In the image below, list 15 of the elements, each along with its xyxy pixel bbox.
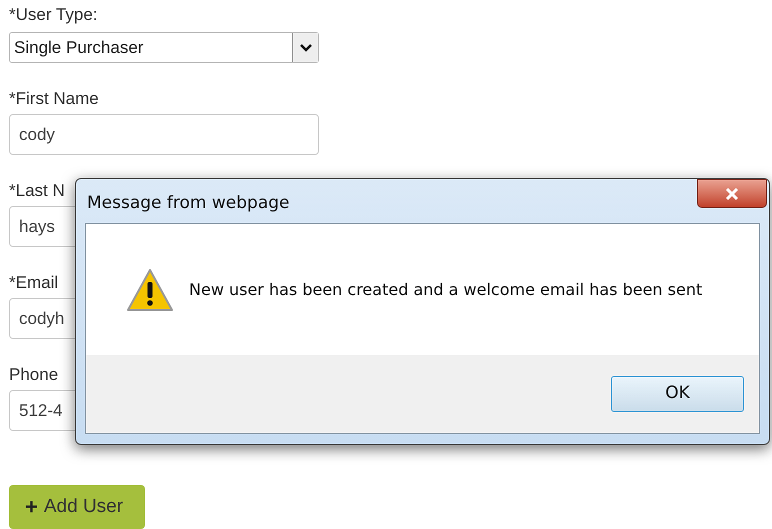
field-label: *Email (9, 272, 58, 294)
field-label: *User Type: (9, 4, 98, 26)
add-user-button[interactable]: + Add User (9, 485, 145, 529)
dialog-message: New user has been created and a welcome email has been sent (189, 278, 702, 300)
close-button[interactable] (697, 179, 767, 208)
close-icon (725, 188, 739, 200)
input-field[interactable]: cody (9, 114, 319, 155)
caret-icon (298, 42, 312, 52)
dialog-title: Message from webpage (87, 192, 290, 215)
ok-button[interactable]: OK (611, 376, 744, 412)
field-label: Phone (9, 364, 58, 386)
field-label: *Last N (9, 180, 65, 202)
field-label: *First Name (9, 88, 99, 110)
user-type-select[interactable]: Single Purchaser (9, 32, 319, 63)
warning-icon (126, 268, 174, 312)
